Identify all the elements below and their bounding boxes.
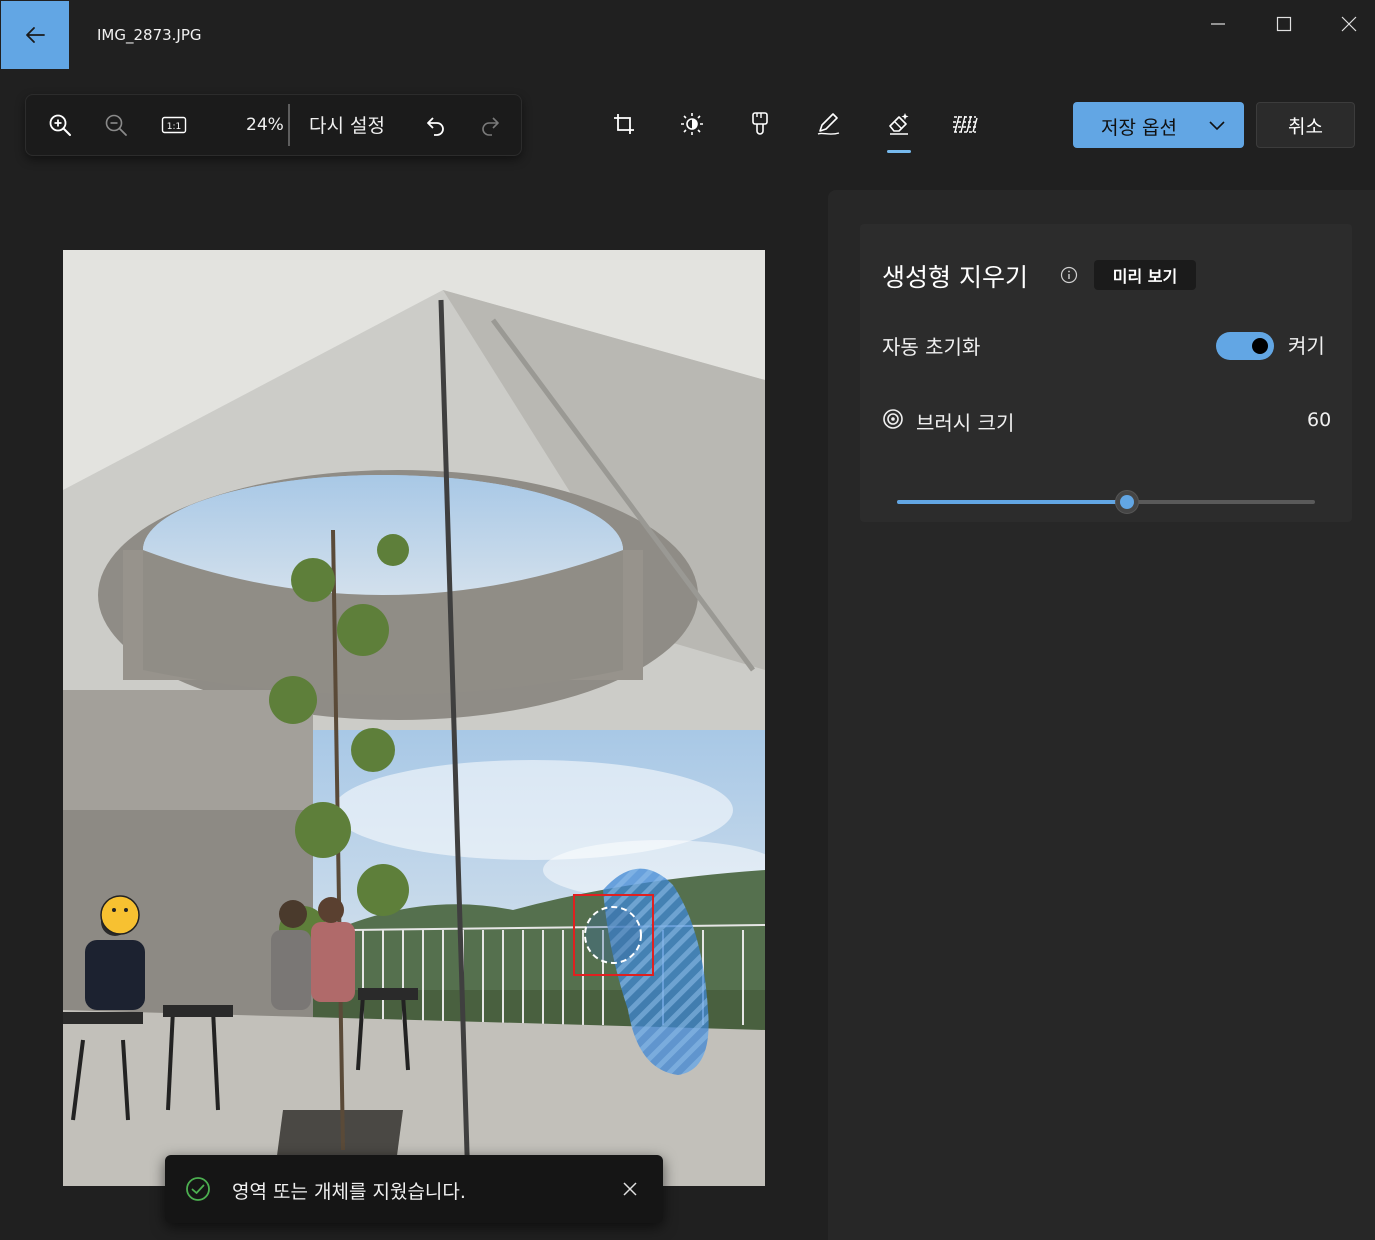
redo-button[interactable] — [472, 107, 508, 143]
crop-icon — [614, 114, 634, 134]
brush-size-label: 브러시 크기 — [916, 411, 1015, 435]
actual-size-label: 1:1 — [167, 122, 181, 132]
pen-icon — [817, 113, 840, 135]
actual-size-icon: 1:1 — [161, 116, 187, 134]
toolbar-divider — [288, 104, 290, 146]
zoom-out-icon — [105, 114, 127, 136]
zoom-value: 24% — [246, 115, 284, 135]
slider-fill — [897, 500, 1127, 504]
close-icon — [623, 1182, 637, 1196]
actual-size-button[interactable]: 1:1 — [156, 107, 192, 143]
photo-image — [63, 250, 765, 1186]
crop-tool[interactable] — [602, 104, 646, 144]
background-icon — [953, 115, 978, 133]
brush-size-slider[interactable] — [897, 490, 1315, 514]
background-tool[interactable] — [943, 104, 987, 144]
save-options-button[interactable]: 저장 옵션 — [1073, 102, 1244, 148]
undo-button[interactable] — [418, 107, 454, 143]
title-bar: IMG_2873.JPG — [0, 0, 1375, 70]
maximize-icon — [1276, 16, 1292, 32]
zoom-in-button[interactable] — [42, 107, 78, 143]
preview-badge: 미리 보기 — [1094, 260, 1196, 290]
active-tool-indicator — [887, 150, 911, 153]
chevron-down-icon — [1209, 121, 1225, 131]
toast-message: 영역 또는 개체를 지웠습니다. — [232, 1181, 466, 1203]
markup-tool[interactable] — [806, 104, 850, 144]
zoom-in-icon — [49, 114, 71, 136]
photo-canvas[interactable] — [63, 250, 765, 1186]
arrow-left-icon — [26, 27, 45, 43]
minimize-button[interactable] — [1186, 6, 1250, 42]
brush-size-value: 60 — [1307, 409, 1332, 431]
undo-icon — [427, 117, 444, 136]
back-button[interactable] — [1, 1, 69, 69]
adjust-tool[interactable] — [670, 104, 714, 144]
toggle-knob — [1252, 338, 1268, 354]
auto-reset-toggle[interactable] — [1216, 332, 1274, 360]
minimize-icon — [1211, 23, 1225, 25]
auto-reset-label: 자동 초기화 — [882, 335, 981, 359]
close-window-button[interactable] — [1317, 6, 1375, 42]
filter-brush-icon — [752, 112, 768, 135]
info-icon[interactable] — [1060, 266, 1078, 284]
zoom-out-button[interactable] — [98, 107, 134, 143]
eraser-icon — [889, 113, 909, 135]
reset-button[interactable]: 다시 설정 — [309, 111, 385, 138]
maximize-button[interactable] — [1252, 6, 1316, 42]
notification-toast: 영역 또는 개체를 지웠습니다. — [165, 1155, 663, 1223]
close-icon — [1341, 16, 1357, 32]
filter-tool[interactable] — [738, 104, 782, 144]
brightness-icon — [681, 113, 703, 135]
redo-icon — [482, 117, 499, 136]
erase-tool[interactable] — [877, 104, 921, 144]
check-circle-icon — [186, 1177, 210, 1201]
panel-title: 생성형 지우기 — [882, 263, 1028, 292]
slider-thumb[interactable] — [1114, 490, 1139, 514]
save-options-label: 저장 옵션 — [1101, 117, 1177, 139]
cancel-button[interactable]: 취소 — [1256, 102, 1355, 148]
target-icon — [883, 409, 903, 429]
zoom-toolbar: 1:1 24% 다시 설정 — [25, 94, 522, 156]
toast-close-button[interactable] — [614, 1173, 646, 1205]
generative-erase-card: 생성형 지우기 미리 보기 자동 초기화 켜기 브러시 크기 60 — [860, 224, 1352, 522]
auto-reset-state: 켜기 — [1288, 334, 1325, 358]
side-panel: 생성형 지우기 미리 보기 자동 초기화 켜기 브러시 크기 60 — [828, 190, 1375, 1240]
file-name: IMG_2873.JPG — [97, 26, 202, 44]
